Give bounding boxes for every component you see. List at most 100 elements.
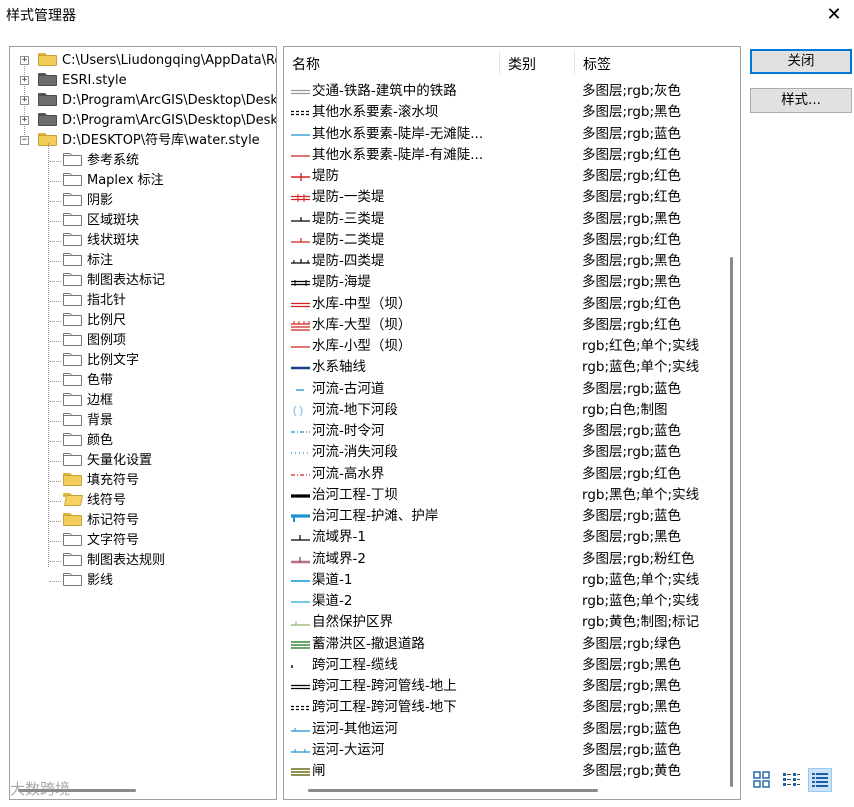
expand-toggle-icon[interactable]: + [20, 116, 29, 125]
details-view-icon[interactable] [808, 768, 832, 792]
line-blue-symbol-icon [290, 128, 312, 142]
symbol-row[interactable]: 治河工程-护滩、护岸 多图层;rgb;蓝色 [284, 506, 724, 527]
list-vertical-scrollbar[interactable] [723, 77, 740, 799]
symbol-row[interactable]: 堤防-二类堤 多图层;rgb;红色 [284, 230, 724, 251]
list-hscroll-thumb[interactable] [308, 789, 598, 792]
symbol-tags: 多图层;rgb;蓝色 [582, 508, 682, 524]
tree-child-node[interactable]: 背景 [63, 411, 113, 431]
symbol-row[interactable]: 堤防-四类堤 多图层;rgb;黑色 [284, 251, 724, 272]
symbol-row[interactable]: 治河工程-丁坝 rgb;黑色;单个;实线 [284, 485, 724, 506]
tree-child-node[interactable]: 比例尺 [63, 311, 126, 331]
comb-red-symbol-icon [290, 319, 312, 333]
symbol-tags: rgb;蓝色;单个;实线 [582, 571, 700, 588]
close-window-icon[interactable]: ✕ [820, 3, 848, 27]
symbol-row[interactable]: 河流-消失河段 多图层;rgb;蓝色 [284, 442, 724, 463]
symbol-row[interactable]: 流域界-1 多图层;rgb;黑色 [284, 527, 724, 548]
symbol-row[interactable]: 交通-铁路-建筑中的铁路 多图层;rgb;灰色 [284, 81, 724, 102]
column-header-name[interactable]: 名称 [284, 47, 320, 77]
tree-child-node[interactable]: 边框 [63, 391, 113, 411]
tree-child-node[interactable]: 文字符号 [63, 531, 139, 551]
tree-child-node[interactable]: 填充符号 [63, 471, 139, 491]
symbol-row[interactable]: 跨河工程-跨河管线-地下 多图层;rgb;黑色 [284, 697, 724, 718]
tree-child-node[interactable]: 参考系统 [63, 151, 139, 171]
symbol-row[interactable]: 河流-古河道 多图层;rgb;蓝色 [284, 379, 724, 400]
large-icons-view-icon[interactable] [750, 768, 774, 792]
tree-child-node[interactable]: 标记符号 [63, 511, 139, 531]
column-header-tags[interactable]: 标签 [575, 47, 611, 77]
tree-child-node[interactable]: 影线 [63, 571, 113, 591]
symbol-row[interactable]: 河流-时令河 多图层;rgb;蓝色 [284, 421, 724, 442]
expand-toggle-icon[interactable]: + [20, 76, 29, 85]
symbol-row[interactable]: 水库-大型（坝） 多图层;rgb;红色 [284, 315, 724, 336]
symbol-row[interactable]: 跨河工程-缆线 多图层;rgb;黑色 [284, 655, 724, 676]
expand-toggle-icon[interactable]: + [20, 56, 29, 65]
folder-icon [63, 572, 82, 586]
close-button[interactable]: 关闭 [750, 49, 852, 74]
list-horizontal-scrollbar[interactable] [284, 782, 724, 799]
tree-child-node[interactable]: 图例项 [63, 331, 126, 351]
folder-icon [63, 432, 82, 446]
tree-child-node[interactable]: 线符号 [63, 491, 126, 511]
symbol-row[interactable]: 其他水系要素-陡岸-无滩陡... 多图层;rgb;蓝色 [284, 124, 724, 145]
hatch-double-red-symbol-icon [290, 191, 312, 205]
symbol-row[interactable]: 水库-小型（坝） rgb;红色;单个;实线 [284, 336, 724, 357]
tick-green-symbol-icon [290, 616, 312, 630]
tree-child-node[interactable]: 比例文字 [63, 351, 139, 371]
symbol-row[interactable]: 水库-中型（坝） 多图层;rgb;红色 [284, 294, 724, 315]
expand-toggle-icon[interactable]: + [20, 96, 29, 105]
tick-line-black-symbol-icon [290, 213, 312, 227]
symbol-row[interactable]: 水系轴线 rgb;蓝色;单个;实线 [284, 357, 724, 378]
tree-root-node[interactable]: + C:\Users\Liudongqing\AppData\Ro [20, 51, 276, 71]
tree-child-node[interactable]: 指北针 [63, 291, 126, 311]
list-vscroll-thumb[interactable] [730, 257, 733, 787]
title-bar: 样式管理器 ✕ [0, 0, 854, 30]
symbol-tags: rgb;白色;制图 [582, 401, 668, 418]
tree-child-node[interactable]: Maplex 标注 [63, 171, 164, 191]
symbol-row[interactable]: 跨河工程-跨河管线-地上 多图层;rgb;黑色 [284, 676, 724, 697]
tree-root-node[interactable]: + ESRI.style [20, 71, 127, 91]
style-tree-panel[interactable]: + C:\Users\Liudongqing\AppData\Ro + ESRI.st… [9, 46, 277, 800]
tree-node-label: D:\Program\ArcGIS\Desktop\Desk [62, 93, 277, 108]
double-hatch-black-symbol-icon [290, 276, 312, 290]
symbol-tags: 多图层;rgb;蓝色 [582, 741, 682, 758]
tree-child-node[interactable]: 线状斑块 [63, 231, 139, 251]
symbol-tags: 多图层;rgb;红色 [582, 231, 682, 248]
tree-node-label: 线状斑块 [87, 233, 140, 248]
symbol-row[interactable]: 闸 多图层;rgb;黄色 [284, 761, 724, 782]
symbol-row[interactable]: 其他水系要素-滚水坝 多图层;rgb;黑色 [284, 102, 724, 123]
paren-lightblue-symbol-icon [290, 404, 312, 418]
styles-button[interactable]: 样式... [750, 88, 852, 113]
tree-child-node[interactable]: 标注 [63, 251, 113, 271]
tree-child-node[interactable]: 色带 [63, 371, 113, 391]
tree-child-node[interactable]: 矢量化设置 [63, 451, 152, 471]
tree-child-node[interactable]: 阴影 [63, 191, 113, 211]
tree-root-node[interactable]: + D:\Program\ArcGIS\Desktop\Desk [20, 111, 276, 131]
symbol-row[interactable]: 运河-大运河 多图层;rgb;蓝色 [284, 740, 724, 761]
tree-child-node[interactable]: 制图表达标记 [63, 271, 165, 291]
column-header-category[interactable]: 类别 [500, 47, 536, 77]
symbol-row[interactable]: 其他水系要素-陡岸-有滩陡... 多图层;rgb;红色 [284, 145, 724, 166]
symbol-row[interactable]: 流域界-2 多图层;rgb;粉红色 [284, 549, 724, 570]
symbol-row[interactable]: 堤防-一类堤 多图层;rgb;红色 [284, 187, 724, 208]
symbol-list-panel[interactable]: 名称 类别 标签 交通-铁路-建筑中的铁路 多图层;rgb;灰色 其他水系要素-滚水… [283, 46, 741, 800]
tree-root-node[interactable]: + D:\Program\ArcGIS\Desktop\Desk [20, 91, 277, 111]
symbol-row[interactable]: 渠道-1 rgb;蓝色;单个;实线 [284, 570, 724, 591]
expand-toggle-icon[interactable]: − [20, 136, 29, 145]
tree-child-node[interactable]: 区域斑块 [63, 211, 139, 231]
folder-icon [63, 292, 82, 306]
tree-child-node[interactable]: 颜色 [63, 431, 113, 451]
symbol-row[interactable]: 堤防-海堤 多图层;rgb;黑色 [284, 272, 724, 293]
symbol-row[interactable]: 堤防-三类堤 多图层;rgb;黑色 [284, 209, 724, 230]
symbol-row[interactable]: 运河-其他运河 多图层;rgb;蓝色 [284, 719, 724, 740]
folder-icon [63, 312, 82, 326]
symbol-row[interactable]: 堤防 多图层;rgb;红色 [284, 166, 724, 187]
symbol-row[interactable]: 自然保护区界 rgb;黄色;制图;标记 [284, 612, 724, 633]
tree-child-node[interactable]: 制图表达规则 [63, 551, 165, 571]
folder-icon [63, 412, 82, 426]
symbol-row[interactable]: 河流-高水界 多图层;rgb;红色 [284, 464, 724, 485]
symbol-row[interactable]: 河流-地下河段 rgb;白色;制图 [284, 400, 724, 421]
symbol-row[interactable]: 蓄滞洪区-撤退道路 多图层;rgb;绿色 [284, 634, 724, 655]
symbol-row[interactable]: 渠道-2 rgb;蓝色;单个;实线 [284, 591, 724, 612]
list-view-icon[interactable] [779, 768, 803, 792]
tree-root-node[interactable]: − D:\DESKTOP\符号库\water.style [20, 131, 260, 151]
